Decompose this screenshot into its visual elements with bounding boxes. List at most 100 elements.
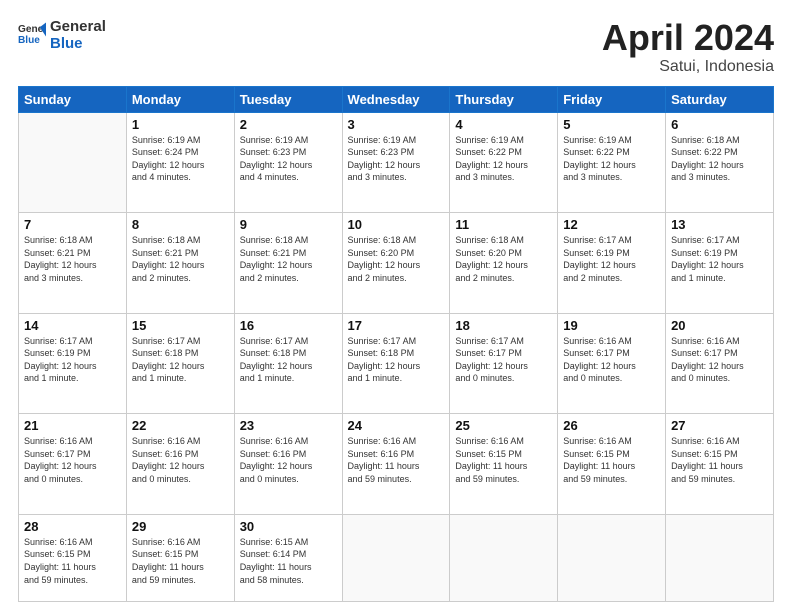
calendar-week-1: 1 Sunrise: 6:19 AMSunset: 6:24 PMDaylight…	[19, 112, 774, 213]
day-number: 11	[455, 217, 552, 232]
day-number: 16	[240, 318, 337, 333]
calendar-cell: 30Sunrise: 6:15 AMSunset: 6:14 PMDayligh…	[234, 514, 342, 601]
calendar-week-3: 14 Sunrise: 6:17 AMSunset: 6:19 PMDayligh…	[19, 313, 774, 414]
header: General Blue General Blue April 2024 Sat…	[18, 18, 774, 76]
calendar-cell: 5 Sunrise: 6:19 AMSunset: 6:22 PMDaylight…	[558, 112, 666, 213]
day-number: 17	[348, 318, 445, 333]
calendar-cell	[342, 514, 450, 601]
calendar-cell: 14 Sunrise: 6:17 AMSunset: 6:19 PMDayligh…	[19, 313, 127, 414]
day-number: 4	[455, 117, 552, 132]
calendar-week-5: 28 Sunrise: 6:16 AMSunset: 6:15 PMDayligh…	[19, 514, 774, 601]
header-row: Sunday Monday Tuesday Wednesday Thursday…	[19, 86, 774, 112]
logo: General Blue General Blue	[18, 18, 106, 53]
day-info: Sunrise: 6:18 AMSunset: 6:20 PMDaylight:…	[348, 234, 445, 284]
calendar-cell: 29 Sunrise: 6:16 AMSunset: 6:15 PMDayligh…	[126, 514, 234, 601]
day-info: Sunrise: 6:16 AMSunset: 6:16 PMDaylight:…	[240, 435, 337, 485]
day-info: Sunrise: 6:19 AMSunset: 6:22 PMDaylight:…	[563, 134, 660, 184]
calendar-cell: 18Sunrise: 6:17 AMSunset: 6:17 PMDayligh…	[450, 313, 558, 414]
logo-general: General	[50, 18, 106, 35]
calendar-cell	[19, 112, 127, 213]
calendar-cell: 6 Sunrise: 6:18 AMSunset: 6:22 PMDaylight…	[666, 112, 774, 213]
day-info: Sunrise: 6:19 AMSunset: 6:23 PMDaylight:…	[348, 134, 445, 184]
day-info: Sunrise: 6:16 AMSunset: 6:17 PMDaylight:…	[671, 335, 768, 385]
day-number: 14	[24, 318, 121, 333]
header-wednesday: Wednesday	[342, 86, 450, 112]
day-number: 23	[240, 418, 337, 433]
calendar-cell: 28Sunrise: 6:16 AMSunset: 6:15 PMDayligh…	[19, 514, 127, 601]
month-title: April 2024	[602, 18, 774, 58]
day-info: Sunrise: 6:18 AMSunset: 6:21 PMDaylight:…	[132, 234, 229, 284]
day-info: Sunrise: 6:18 AMSunset: 6:22 PMDaylight:…	[671, 134, 768, 184]
day-number: 10	[348, 217, 445, 232]
calendar-cell	[558, 514, 666, 601]
day-number: 7	[24, 217, 121, 232]
calendar-cell: 3 Sunrise: 6:19 AMSunset: 6:23 PMDaylight…	[342, 112, 450, 213]
calendar-cell: 13Sunrise: 6:17 AMSunset: 6:19 PMDayligh…	[666, 213, 774, 314]
day-info: Sunrise: 6:17 AMSunset: 6:18 PMDaylight:…	[132, 335, 229, 385]
calendar-cell: 9 Sunrise: 6:18 AMSunset: 6:21 PMDaylight…	[234, 213, 342, 314]
day-number: 1	[132, 117, 229, 132]
day-info: Sunrise: 6:16 AMSunset: 6:15 PMDaylight:…	[671, 435, 768, 485]
day-number: 8	[132, 217, 229, 232]
day-number: 12	[563, 217, 660, 232]
header-saturday: Saturday	[666, 86, 774, 112]
calendar-cell: 4Sunrise: 6:19 AMSunset: 6:22 PMDaylight…	[450, 112, 558, 213]
day-number: 9	[240, 217, 337, 232]
day-number: 24	[348, 418, 445, 433]
calendar-cell: 2 Sunrise: 6:19 AMSunset: 6:23 PMDaylight…	[234, 112, 342, 213]
calendar-cell: 17 Sunrise: 6:17 AMSunset: 6:18 PMDayligh…	[342, 313, 450, 414]
svg-text:Blue: Blue	[18, 35, 40, 46]
calendar-cell: 15 Sunrise: 6:17 AMSunset: 6:18 PMDayligh…	[126, 313, 234, 414]
calendar-cell: 27 Sunrise: 6:16 AMSunset: 6:15 PMDayligh…	[666, 414, 774, 515]
calendar-cell: 23 Sunrise: 6:16 AMSunset: 6:16 PMDayligh…	[234, 414, 342, 515]
day-number: 26	[563, 418, 660, 433]
header-friday: Friday	[558, 86, 666, 112]
day-info: Sunrise: 6:18 AMSunset: 6:21 PMDaylight:…	[240, 234, 337, 284]
day-info: Sunrise: 6:19 AMSunset: 6:24 PMDaylight:…	[132, 134, 229, 184]
calendar-cell: 22Sunrise: 6:16 AMSunset: 6:16 PMDayligh…	[126, 414, 234, 515]
day-info: Sunrise: 6:16 AMSunset: 6:16 PMDaylight:…	[348, 435, 445, 485]
day-number: 15	[132, 318, 229, 333]
calendar-cell: 12Sunrise: 6:17 AMSunset: 6:19 PMDayligh…	[558, 213, 666, 314]
day-info: Sunrise: 6:17 AMSunset: 6:19 PMDaylight:…	[24, 335, 121, 385]
logo-blue: Blue	[50, 35, 106, 52]
day-info: Sunrise: 6:17 AMSunset: 6:19 PMDaylight:…	[671, 234, 768, 284]
calendar-cell: 21 Sunrise: 6:16 AMSunset: 6:17 PMDayligh…	[19, 414, 127, 515]
day-number: 20	[671, 318, 768, 333]
day-number: 3	[348, 117, 445, 132]
day-info: Sunrise: 6:16 AMSunset: 6:15 PMDaylight:…	[132, 536, 229, 586]
day-number: 28	[24, 519, 121, 534]
calendar-cell: 20 Sunrise: 6:16 AMSunset: 6:17 PMDayligh…	[666, 313, 774, 414]
day-info: Sunrise: 6:16 AMSunset: 6:15 PMDaylight:…	[455, 435, 552, 485]
logo-icon: General Blue	[18, 21, 46, 49]
day-number: 6	[671, 117, 768, 132]
day-number: 2	[240, 117, 337, 132]
header-tuesday: Tuesday	[234, 86, 342, 112]
day-info: Sunrise: 6:17 AMSunset: 6:18 PMDaylight:…	[348, 335, 445, 385]
day-number: 27	[671, 418, 768, 433]
day-number: 5	[563, 117, 660, 132]
day-number: 22	[132, 418, 229, 433]
day-number: 25	[455, 418, 552, 433]
day-info: Sunrise: 6:16 AMSunset: 6:17 PMDaylight:…	[563, 335, 660, 385]
calendar-cell: 16 Sunrise: 6:17 AMSunset: 6:18 PMDayligh…	[234, 313, 342, 414]
calendar-cell: 8 Sunrise: 6:18 AMSunset: 6:21 PMDaylight…	[126, 213, 234, 314]
calendar-cell: 25 Sunrise: 6:16 AMSunset: 6:15 PMDayligh…	[450, 414, 558, 515]
day-info: Sunrise: 6:17 AMSunset: 6:18 PMDaylight:…	[240, 335, 337, 385]
page: General Blue General Blue April 2024 Sat…	[0, 0, 792, 612]
day-number: 29	[132, 519, 229, 534]
day-info: Sunrise: 6:16 AMSunset: 6:17 PMDaylight:…	[24, 435, 121, 485]
day-info: Sunrise: 6:16 AMSunset: 6:15 PMDaylight:…	[563, 435, 660, 485]
header-thursday: Thursday	[450, 86, 558, 112]
header-sunday: Sunday	[19, 86, 127, 112]
day-info: Sunrise: 6:19 AMSunset: 6:23 PMDaylight:…	[240, 134, 337, 184]
calendar-cell: 1 Sunrise: 6:19 AMSunset: 6:24 PMDaylight…	[126, 112, 234, 213]
calendar-cell: 26 Sunrise: 6:16 AMSunset: 6:15 PMDayligh…	[558, 414, 666, 515]
calendar-cell: 7Sunrise: 6:18 AMSunset: 6:21 PMDaylight…	[19, 213, 127, 314]
calendar-table: Sunday Monday Tuesday Wednesday Thursday…	[18, 86, 774, 602]
calendar-cell: 10 Sunrise: 6:18 AMSunset: 6:20 PMDayligh…	[342, 213, 450, 314]
location-subtitle: Satui, Indonesia	[602, 58, 774, 76]
calendar-cell	[666, 514, 774, 601]
day-number: 21	[24, 418, 121, 433]
header-monday: Monday	[126, 86, 234, 112]
